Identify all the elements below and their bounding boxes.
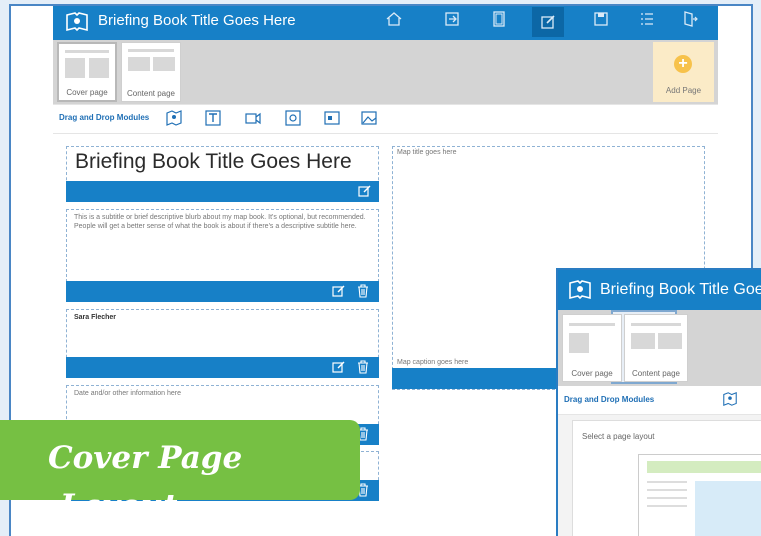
save-icon[interactable] <box>592 10 610 28</box>
add-page-label: Add Page <box>665 86 702 95</box>
page-icon[interactable] <box>490 10 508 28</box>
edit-icon[interactable] <box>332 360 346 374</box>
banner-line-1: Cover Page <box>48 440 243 476</box>
plus-icon: + <box>674 55 692 73</box>
inset-layout-option[interactable] <box>638 454 761 536</box>
inset-screenshot: Briefing Book Title Goes Here Cover page… <box>556 268 761 536</box>
map-module-icon[interactable] <box>165 109 183 127</box>
modules-toolbar <box>53 104 718 134</box>
inset-content-label: Content page <box>631 369 681 378</box>
cover-author: Sara Flecher <box>74 314 117 321</box>
list-icon[interactable] <box>638 10 656 28</box>
link-module-icon[interactable] <box>284 109 302 127</box>
inset-cover-label: Cover page <box>571 369 613 378</box>
map-module-icon <box>722 391 738 407</box>
map-title: Map title goes here <box>397 149 457 156</box>
inset-title: Briefing Book Title Goes Here <box>600 281 761 298</box>
text-module-icon[interactable] <box>204 109 222 127</box>
video-module-icon[interactable] <box>244 109 262 127</box>
title-clip: Briefing Book Title Goes Here <box>67 147 377 182</box>
picture-module-icon[interactable] <box>360 109 378 127</box>
cover-subtitle: This is a subtitle or brief descriptive … <box>74 214 366 230</box>
exit-icon[interactable] <box>443 10 461 28</box>
subtitle-band <box>66 281 379 302</box>
cover-title: Briefing Book Title Goes Here <box>75 150 352 173</box>
previous-arrow-icon[interactable] <box>14 276 42 316</box>
home-icon[interactable] <box>385 10 403 28</box>
content-page-label: Content page <box>126 89 176 98</box>
cover-page-label: Cover page <box>66 88 108 97</box>
author-band <box>66 357 379 378</box>
app-title: Briefing Book Title Goes Here <box>98 12 296 29</box>
inset-modules-label: Drag and Drop Modules <box>564 395 655 404</box>
banner-line-2: Layout <box>60 488 178 524</box>
book-logo-icon <box>568 279 592 301</box>
inset-cover-thumb[interactable]: Cover page <box>562 314 622 382</box>
edit-icon[interactable] <box>358 184 372 198</box>
image-module-icon[interactable] <box>323 109 341 127</box>
content-page-thumb[interactable]: Content page <box>121 42 181 102</box>
map-caption: Map caption goes here <box>397 359 469 366</box>
inset-select-layout: Select a page layout <box>582 432 655 441</box>
title-band <box>66 181 379 202</box>
cover-date: Date and/or other information here <box>74 390 182 397</box>
inset-content-thumb[interactable]: Content page <box>624 314 688 382</box>
logout-icon[interactable] <box>681 10 699 28</box>
trash-icon[interactable] <box>356 360 370 374</box>
edit-icon[interactable] <box>532 7 564 37</box>
edit-icon[interactable] <box>332 284 346 298</box>
modules-label: Drag and Drop Modules <box>59 113 150 122</box>
cover-page-thumb[interactable]: Cover page <box>57 42 117 102</box>
book-logo-icon <box>65 11 89 33</box>
trash-icon[interactable] <box>356 284 370 298</box>
